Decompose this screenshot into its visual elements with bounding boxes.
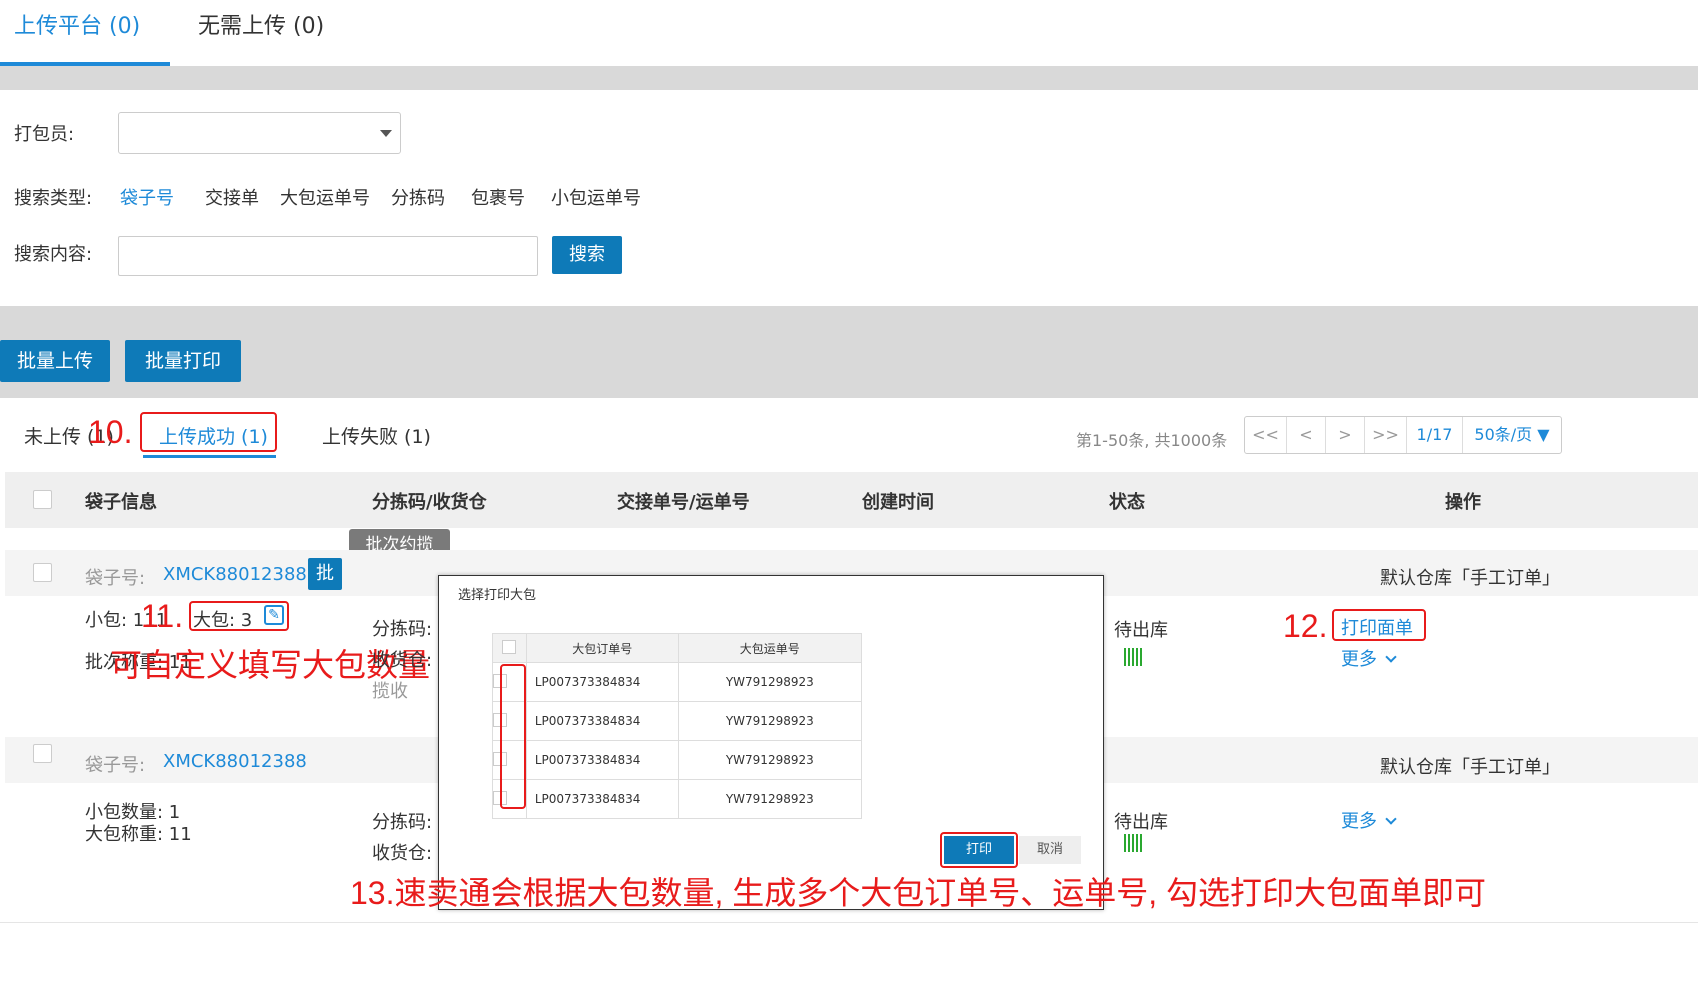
first-page-button[interactable]: << bbox=[1245, 417, 1287, 453]
warehouse-label: 默认仓库「手工订单」 bbox=[1380, 568, 1560, 589]
col-created: 创建时间 bbox=[862, 492, 934, 513]
bottom-divider bbox=[0, 922, 1698, 923]
bag-number-link[interactable]: XMCK88012388 bbox=[163, 751, 307, 772]
bag-label: 袋子号: bbox=[85, 568, 146, 589]
order-no: LP007373384834 bbox=[525, 701, 679, 741]
toolbar-band bbox=[0, 306, 1698, 398]
status-text: 待出库 bbox=[1114, 620, 1168, 641]
search-content-label: 搜索内容: bbox=[14, 244, 93, 265]
last-page-button[interactable]: >> bbox=[1365, 417, 1407, 453]
bag-number-link[interactable]: XMCK88012388 bbox=[163, 564, 307, 585]
search-button[interactable]: 搜索 bbox=[552, 236, 622, 274]
page-size-select[interactable]: 50条/页 ▼ bbox=[1463, 417, 1561, 453]
prev-page-button[interactable]: < bbox=[1287, 417, 1326, 453]
select-print-dialog: 选择打印大包 大包订单号 大包运单号 LP007373384834 YW7912… bbox=[438, 575, 1104, 910]
sort-code-label: 分拣码: bbox=[372, 619, 433, 640]
bulk-print-button[interactable]: 批量打印 bbox=[125, 340, 241, 382]
table-row[interactable]: LP007373384834 YW791298923 bbox=[492, 740, 863, 780]
waybill-no: YW791298923 bbox=[677, 662, 863, 702]
table-row[interactable]: LP007373384834 YW791298923 bbox=[492, 701, 863, 741]
chevron-down-icon bbox=[1385, 651, 1397, 663]
col-order-no: 大包订单号 bbox=[525, 633, 679, 663]
search-input[interactable] bbox=[118, 236, 538, 276]
tab-upload-platform[interactable]: 上传平台 (0) bbox=[14, 8, 140, 40]
print-label-link[interactable]: 打印面单 bbox=[1341, 614, 1413, 640]
packer-label: 打包员: bbox=[14, 124, 75, 145]
barcode-icon bbox=[1124, 834, 1144, 852]
row-checkbox[interactable] bbox=[33, 744, 52, 763]
pagination-info: 第1-50条, 共1000条 bbox=[1076, 431, 1228, 450]
search-type-small-waybill[interactable]: 小包运单号 bbox=[551, 184, 641, 210]
order-no: LP007373384834 bbox=[525, 740, 679, 780]
chevron-down-icon bbox=[1385, 813, 1397, 825]
search-type-big-waybill[interactable]: 大包运单号 bbox=[280, 184, 370, 210]
order-no: LP007373384834 bbox=[525, 779, 679, 819]
table-row[interactable]: LP007373384834 YW791298923 bbox=[492, 662, 863, 702]
col-waybill-no: 大包运单号 bbox=[677, 633, 863, 663]
chevron-down-icon bbox=[380, 130, 392, 137]
barcode-icon bbox=[1124, 648, 1144, 666]
batch-badge: 批 bbox=[308, 558, 342, 590]
order-no: LP007373384834 bbox=[525, 662, 679, 702]
big-package-table: 大包订单号 大包运单号 LP007373384834 YW791298923 L… bbox=[492, 633, 863, 819]
annotation-step-11: 11. bbox=[141, 598, 184, 634]
waybill-no: YW791298923 bbox=[677, 779, 863, 819]
pagination: << < > >> 1/17 50条/页 ▼ bbox=[1244, 416, 1562, 454]
active-status-indicator bbox=[143, 455, 276, 458]
section-divider bbox=[0, 66, 1698, 90]
more-label: 更多 bbox=[1341, 649, 1377, 670]
receive-warehouse-label: 收货仓: bbox=[372, 843, 433, 864]
table-header: 袋子信息 分拣码/收货仓 交接单号/运单号 创建时间 状态 操作 bbox=[5, 472, 1698, 528]
search-type-bag-no[interactable]: 袋子号 bbox=[120, 184, 174, 210]
cancel-button[interactable]: 取消 bbox=[1019, 836, 1081, 864]
more-label: 更多 bbox=[1341, 811, 1377, 832]
waybill-no: YW791298923 bbox=[677, 701, 863, 741]
receive-warehouse-label: 收货仓: bbox=[372, 650, 433, 671]
highlight-box bbox=[940, 832, 1018, 868]
search-type-handover[interactable]: 交接单 bbox=[205, 184, 259, 210]
annotation-step-13: 13.速卖通会根据大包数量, 生成多个大包订单号、运单号, 勾选打印大包面单即可 bbox=[350, 875, 1487, 911]
search-type-label: 搜索类型: bbox=[14, 188, 93, 209]
sort-code-label: 分拣码: bbox=[372, 812, 433, 833]
highlight-box bbox=[189, 601, 289, 631]
tab-upload-failed[interactable]: 上传失败 (1) bbox=[322, 422, 431, 449]
select-all-checkbox[interactable] bbox=[33, 490, 52, 509]
highlight-box bbox=[500, 664, 526, 809]
highlight-box bbox=[140, 412, 277, 452]
dialog-title: 选择打印大包 bbox=[458, 588, 537, 603]
waybill-no: YW791298923 bbox=[677, 740, 863, 780]
pickup-label: 揽收 bbox=[372, 681, 408, 702]
packer-select[interactable] bbox=[118, 112, 401, 154]
warehouse-label: 默认仓库「手工订单」 bbox=[1380, 757, 1560, 778]
more-menu[interactable]: 更多 bbox=[1341, 645, 1397, 671]
annotation-step-12: 12. bbox=[1283, 608, 1328, 644]
col-bag-info: 袋子信息 bbox=[85, 492, 157, 513]
tab-no-upload[interactable]: 无需上传 (0) bbox=[198, 8, 324, 40]
col-sort-code: 分拣码/收货仓 bbox=[372, 492, 487, 513]
page-indicator: 1/17 bbox=[1407, 417, 1463, 453]
row-checkbox[interactable] bbox=[33, 563, 52, 582]
col-ops: 操作 bbox=[1445, 492, 1481, 513]
next-page-button[interactable]: > bbox=[1326, 417, 1365, 453]
bag-label: 袋子号: bbox=[85, 755, 146, 776]
big-package-weight: 大包称重: 11 bbox=[85, 824, 192, 845]
table-row[interactable]: LP007373384834 YW791298923 bbox=[492, 779, 863, 819]
select-all-checkbox[interactable] bbox=[502, 639, 517, 654]
top-tabs: 上传平台 (0) 无需上传 (0) bbox=[0, 0, 1698, 66]
col-status: 状态 bbox=[1109, 492, 1145, 513]
bulk-upload-button[interactable]: 批量上传 bbox=[0, 340, 110, 382]
search-type-sort-code[interactable]: 分拣码 bbox=[391, 184, 445, 210]
annotation-step-10: 10. bbox=[88, 414, 133, 450]
table-header-row: 大包订单号 大包运单号 bbox=[492, 633, 863, 663]
col-handover: 交接单号/运单号 bbox=[617, 492, 750, 513]
search-type-package-no[interactable]: 包裹号 bbox=[471, 184, 525, 210]
status-text: 待出库 bbox=[1114, 812, 1168, 833]
more-menu[interactable]: 更多 bbox=[1341, 807, 1397, 833]
